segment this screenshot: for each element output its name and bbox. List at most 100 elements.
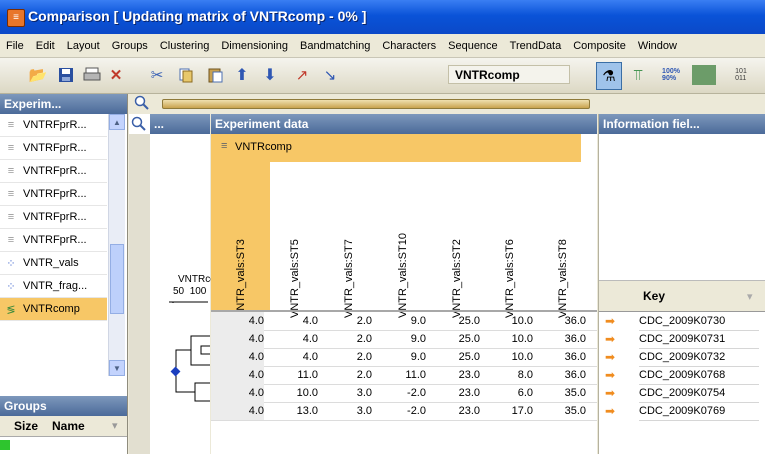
fingerprint-icon: ≡ — [7, 188, 15, 200]
scroll-thumb[interactable] — [110, 244, 124, 314]
cut-icon[interactable]: ✂ — [147, 65, 167, 85]
key-cell[interactable]: CDC_2009K0732 — [639, 348, 759, 367]
column-header[interactable]: VNTR_vals:ST8 — [557, 239, 577, 318]
table-cell: 4.0 — [302, 315, 318, 327]
menu-sequence[interactable]: Sequence — [442, 40, 504, 52]
menu-window[interactable]: Window — [632, 40, 683, 52]
binary-icon[interactable]: 101 011 — [728, 65, 754, 85]
row-arrow-icon: ➡ — [605, 332, 616, 346]
table-cell: 9.0 — [410, 333, 426, 345]
copy-icon[interactable] — [176, 65, 196, 85]
table-row[interactable]: 4.0 4.0 2.0 9.0 25.0 10.0 36.0 — [211, 348, 597, 367]
table-cell: 25.0 — [458, 333, 480, 345]
menu-bandmatching[interactable]: Bandmatching — [294, 40, 376, 52]
table-cell: 8.0 — [517, 369, 533, 381]
dendrogram-zoom-icon[interactable] — [131, 116, 148, 133]
table-cell: 35.0 — [564, 405, 586, 417]
groups-size-column[interactable]: Size — [14, 419, 38, 433]
similarity-icon[interactable]: 100% 90% — [658, 65, 684, 85]
scroll-up-icon[interactable]: ▲ — [109, 114, 125, 130]
dendrogram-scroll-area[interactable] — [129, 134, 150, 454]
experiment-item[interactable]: ⁘ VNTR_frag... — [0, 275, 107, 298]
experiments-scrollbar[interactable]: ▲ ▼ — [108, 114, 125, 376]
open-folder-icon[interactable]: 📂 — [28, 65, 48, 85]
delete-icon[interactable]: ✕ — [106, 65, 126, 85]
composite-name: VNTRcomp — [235, 141, 292, 153]
menu-composite[interactable]: Composite — [567, 40, 632, 52]
composite-name-bar[interactable]: ≡ VNTRcomp — [211, 134, 581, 162]
sort-icon[interactable]: ▾ — [747, 290, 753, 303]
paste-icon[interactable] — [205, 65, 225, 85]
row-arrow-icon: ➡ — [605, 386, 616, 400]
menu-edit[interactable]: Edit — [30, 40, 61, 52]
column-header[interactable]: VNTR_vals:ST7 — [343, 239, 363, 318]
table-row[interactable]: 4.0 11.0 2.0 11.0 23.0 8.0 36.0 — [211, 366, 597, 385]
key-cell[interactable]: CDC_2009K0754 — [639, 384, 759, 403]
table-cell: 35.0 — [564, 387, 586, 399]
table-cell: 2.0 — [356, 333, 372, 345]
composite-icon: ≶ — [6, 303, 16, 316]
groups-header: Groups — [0, 396, 127, 416]
table-row[interactable]: 4.0 10.0 3.0 -2.0 23.0 6.0 35.0 — [211, 384, 597, 403]
title-bar[interactable]: ≡ Comparison [ Updating matrix of VNTRco… — [0, 0, 765, 34]
experiment-item[interactable]: ≡ VNTRFprR... — [0, 160, 107, 183]
experiment-item[interactable]: ⁘ VNTR_vals — [0, 252, 107, 275]
experiments-header: Experim... — [0, 94, 127, 114]
flask-icon[interactable]: ⚗ — [596, 62, 622, 90]
experiment-item-selected[interactable]: ≶ VNTRcomp — [0, 298, 107, 321]
column-header[interactable]: VNTR_vals:ST3 — [235, 239, 255, 318]
menu-characters[interactable]: Characters — [376, 40, 442, 52]
gel-icon[interactable] — [692, 65, 716, 85]
column-header[interactable]: VNTR_vals:ST5 — [289, 239, 309, 318]
key-cell[interactable]: CDC_2009K0730 — [639, 312, 759, 331]
experiment-item[interactable]: ≡ VNTRFprR... — [0, 229, 107, 252]
fingerprint-icon: ≡ — [7, 119, 15, 131]
move-down-icon[interactable]: ⬇ — [260, 65, 280, 85]
zoom-icon[interactable] — [134, 95, 150, 111]
save-icon[interactable] — [56, 65, 76, 85]
key-cell[interactable]: CDC_2009K0768 — [639, 366, 759, 385]
column-header[interactable]: VNTR_vals:ST10 — [397, 233, 417, 318]
key-cell[interactable]: CDC_2009K0769 — [639, 402, 759, 421]
move-bottom-icon[interactable]: ↘ — [320, 65, 340, 85]
zoom-slider[interactable] — [162, 99, 590, 109]
table-cell: 36.0 — [564, 333, 586, 345]
column-header[interactable]: VNTR_vals:ST2 — [451, 239, 471, 318]
menu-trenddata[interactable]: TrendData — [504, 40, 568, 52]
toolbar: 📂 ✕ ✂ ⬆ ⬇ ↗ ↘ VNTRcomp ⚗ ⫪ 100% 90% 101 01… — [0, 58, 765, 94]
table-cell: 4.0 — [211, 384, 264, 402]
table-cell: 17.0 — [511, 405, 533, 417]
table-row[interactable]: 4.0 13.0 3.0 -2.0 23.0 17.0 35.0 — [211, 402, 597, 421]
dendrogram-header: ... — [150, 114, 210, 134]
menu-groups[interactable]: Groups — [106, 40, 154, 52]
window-title: Comparison [ Updating matrix of VNTRcomp… — [28, 8, 367, 24]
menu-file[interactable]: File — [0, 40, 30, 52]
dendrogram-tree[interactable] — [151, 294, 210, 454]
table-cell: 9.0 — [410, 315, 426, 327]
key-cell[interactable]: CDC_2009K0731 — [639, 330, 759, 349]
table-cell: 3.0 — [356, 405, 372, 417]
column-header[interactable]: VNTR_vals:ST6 — [504, 239, 524, 318]
menu-dimensioning[interactable]: Dimensioning — [215, 40, 294, 52]
scroll-down-icon[interactable]: ▼ — [109, 360, 125, 376]
group-color-swatch[interactable] — [0, 440, 10, 450]
table-cell: 4.0 — [302, 351, 318, 363]
app-icon[interactable]: ≡ — [7, 9, 25, 27]
move-up-icon[interactable]: ⬆ — [232, 65, 252, 85]
table-row[interactable]: 4.0 4.0 2.0 9.0 25.0 10.0 36.0 — [211, 312, 597, 331]
experiment-item[interactable]: ≡ VNTRFprR... — [0, 137, 107, 160]
table-row[interactable]: 4.0 4.0 2.0 9.0 25.0 10.0 36.0 — [211, 330, 597, 349]
experiment-item[interactable]: ≡ VNTRFprR... — [0, 183, 107, 206]
table-cell: 4.0 — [211, 402, 264, 420]
experiment-item[interactable]: ≡ VNTRFprR... — [0, 206, 107, 229]
key-column-header[interactable]: Key ▾ — [599, 280, 765, 312]
menu-clustering[interactable]: Clustering — [154, 40, 216, 52]
menu-layout[interactable]: Layout — [61, 40, 106, 52]
print-icon[interactable] — [82, 65, 102, 85]
table-cell: 4.0 — [302, 333, 318, 345]
move-top-icon[interactable]: ↗ — [292, 65, 312, 85]
cluster-tree-icon[interactable]: ⫪ — [628, 65, 648, 85]
sort-icon[interactable]: ▾ — [112, 419, 118, 432]
experiment-item[interactable]: ≡ VNTRFprR... — [0, 114, 107, 137]
groups-name-column[interactable]: Name — [52, 419, 85, 433]
